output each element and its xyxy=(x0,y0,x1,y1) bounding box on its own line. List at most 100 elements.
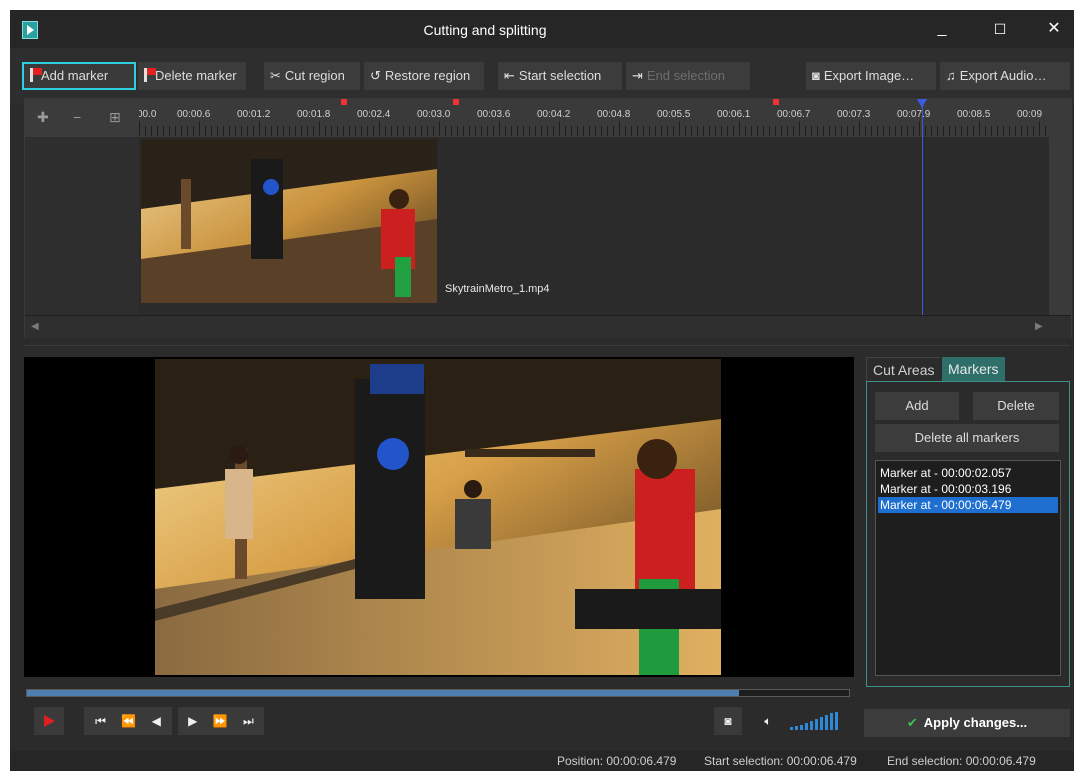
start-selection-button[interactable]: ⇤ Start selection xyxy=(498,62,622,90)
ruler-major-ticks xyxy=(139,121,1049,136)
export-audio-label: Export Audio… xyxy=(959,68,1047,83)
ruler-label: 00:04.8 xyxy=(597,109,631,120)
checkmark-icon: ✔ xyxy=(906,715,918,730)
timeline-horizontal-scrollbar[interactable]: ◀ ▶ xyxy=(25,315,1071,338)
zoom-fit-icon[interactable]: ⊞ xyxy=(109,109,121,126)
camera-icon: ◙ xyxy=(812,68,820,83)
start-selection-label: Start selection xyxy=(518,68,602,83)
ruler-label: 00:01.8 xyxy=(297,109,331,120)
marker-flag[interactable] xyxy=(453,99,459,105)
ruler-label: 00:03.6 xyxy=(477,109,511,120)
skip-to-start-icon[interactable]: ⏮ xyxy=(95,714,106,728)
scroll-right-icon[interactable]: ▶ xyxy=(1035,321,1043,332)
close-button[interactable]: ✕ xyxy=(1042,18,1066,40)
ruler-label: 00:07.9 xyxy=(897,109,931,120)
end-selection-label: End selection xyxy=(646,68,725,83)
tab-markers[interactable]: Markers xyxy=(942,357,1005,381)
volume-slider[interactable] xyxy=(790,712,840,730)
markers-panel: Add Delete Delete all markers Marker at … xyxy=(866,381,1070,687)
record-marker-button[interactable] xyxy=(34,707,64,735)
cutting-window: Cutting and splitting _ ☐ ✕ Add marker D… xyxy=(10,10,1074,771)
time-ruler[interactable]: 00.0 00:00.6 00:01.2 00:01.8 00:02.4 00:… xyxy=(139,99,1049,137)
ruler-label: 00:09 xyxy=(1017,109,1043,120)
maximize-button[interactable]: ☐ xyxy=(988,18,1012,40)
restore-icon: ↺ xyxy=(370,68,381,83)
tab-cut-areas[interactable]: Cut Areas xyxy=(866,357,941,382)
add-button[interactable]: Add xyxy=(875,392,959,420)
delete-marker-label: Delete marker xyxy=(155,68,237,83)
add-marker-button[interactable]: Add marker xyxy=(22,62,136,90)
zoom-in-icon[interactable]: ✚ xyxy=(37,109,49,126)
clip-thumbnail[interactable] xyxy=(141,139,437,303)
snapshot-camera-icon: ◙ xyxy=(724,714,732,728)
play-icon[interactable]: ▶ xyxy=(188,714,197,728)
zoom-out-icon[interactable]: − xyxy=(73,109,81,125)
scissors-icon: ✂ xyxy=(270,68,281,83)
add-marker-label: Add marker xyxy=(41,68,109,83)
restore-region-button[interactable]: ↺ Restore region xyxy=(364,62,484,90)
restore-region-label: Restore region xyxy=(384,68,471,83)
start-selection-icon: ⇤ xyxy=(504,68,515,83)
ruler-label: 00:07.3 xyxy=(837,109,871,120)
cut-region-button[interactable]: ✂ Cut region xyxy=(264,62,360,90)
markers-list[interactable]: Marker at - 00:00:02.057 Marker at - 00:… xyxy=(875,460,1061,676)
playback-progress-fill xyxy=(27,690,739,696)
marker-list-item[interactable]: Marker at - 00:00:02.057 xyxy=(878,465,1058,481)
ruler-label: 00:08.5 xyxy=(957,109,991,120)
flag-icon xyxy=(30,68,42,82)
delete-marker-button[interactable]: Delete marker xyxy=(138,62,246,90)
start-selection-status: Start selection: 00:00:06.479 xyxy=(704,754,857,768)
ruler-label: 00:06.1 xyxy=(717,109,751,120)
nav-controls-left: ⏮ ⏪ ◀ xyxy=(84,707,172,735)
status-bar: Position: 00:00:06.479 Start selection: … xyxy=(10,751,1074,771)
step-back-icon[interactable]: ⏪ xyxy=(121,714,136,728)
export-image-button[interactable]: ◙ Export Image… xyxy=(806,62,936,90)
position-status: Position: 00:00:06.479 xyxy=(557,754,677,768)
window-title: Cutting and splitting xyxy=(423,22,547,38)
ruler-label: 00:00.6 xyxy=(177,109,211,120)
panel-divider[interactable] xyxy=(24,345,1070,346)
ruler-label: 00.0 xyxy=(139,109,157,120)
volume-button[interactable]: 🔈︎ xyxy=(756,707,780,735)
video-frame xyxy=(155,359,721,675)
ruler-label: 00:04.2 xyxy=(537,109,571,120)
cut-region-label: Cut region xyxy=(284,68,345,83)
export-image-label: Export Image… xyxy=(823,68,915,83)
scroll-left-icon[interactable]: ◀ xyxy=(31,321,39,332)
ruler-label: 00:01.2 xyxy=(237,109,271,120)
timeline-panel: ✚ − ⊞ 00.0 00:00.6 00:01.2 00:01.8 00:02… xyxy=(24,98,1072,338)
end-selection-status: End selection: 00:00:06.479 xyxy=(887,754,1036,768)
track-header: ✚ − ⊞ xyxy=(25,99,140,315)
side-panel: Cut Areas Markers Add Delete Delete all … xyxy=(866,357,1070,687)
apply-changes-button[interactable]: ✔ Apply changes... xyxy=(864,709,1070,737)
timeline-vertical-scrollbar[interactable] xyxy=(1049,99,1071,315)
playback-progress-bar[interactable] xyxy=(26,689,850,697)
snapshot-button[interactable]: ◙ xyxy=(714,707,742,735)
video-preview[interactable] xyxy=(24,357,854,677)
delete-all-markers-button[interactable]: Delete all markers xyxy=(875,424,1059,452)
delete-flag-icon xyxy=(144,68,156,82)
playhead-line xyxy=(922,99,923,315)
ruler-label: 00:02.4 xyxy=(357,109,391,120)
clip-name: SkytrainMetro_1.mp4 xyxy=(445,283,550,295)
minimize-button[interactable]: _ xyxy=(930,18,954,40)
apply-changes-label: Apply changes... xyxy=(923,715,1028,730)
ruler-label: 00:03.0 xyxy=(417,109,451,120)
video-track[interactable]: SkytrainMetro_1.mp4 xyxy=(139,137,1049,315)
frame-back-icon[interactable]: ◀ xyxy=(152,714,161,728)
speaker-icon: 🔈︎ xyxy=(764,714,772,728)
delete-button[interactable]: Delete xyxy=(973,392,1059,420)
ruler-label: 00:06.7 xyxy=(777,109,811,120)
marker-flag[interactable] xyxy=(773,99,779,105)
marker-flag[interactable] xyxy=(341,99,347,105)
skip-to-end-icon[interactable]: ⏭ xyxy=(243,714,254,728)
marker-list-item[interactable]: Marker at - 00:00:03.196 xyxy=(878,481,1058,497)
toolbar: Add marker Delete marker ✂ Cut region ↺ Re… xyxy=(10,48,1074,104)
marker-list-item-selected[interactable]: Marker at - 00:00:06.479 xyxy=(878,497,1058,513)
audio-export-icon: ♫ xyxy=(946,68,956,83)
export-audio-button[interactable]: ♫ Export Audio… xyxy=(940,62,1070,90)
nav-controls-right: ▶ ⏩ ⏭ xyxy=(178,707,264,735)
ruler-label: 00:05.5 xyxy=(657,109,691,120)
end-selection-button[interactable]: ⇥ End selection xyxy=(626,62,750,90)
fast-forward-icon[interactable]: ⏩ xyxy=(213,714,228,728)
